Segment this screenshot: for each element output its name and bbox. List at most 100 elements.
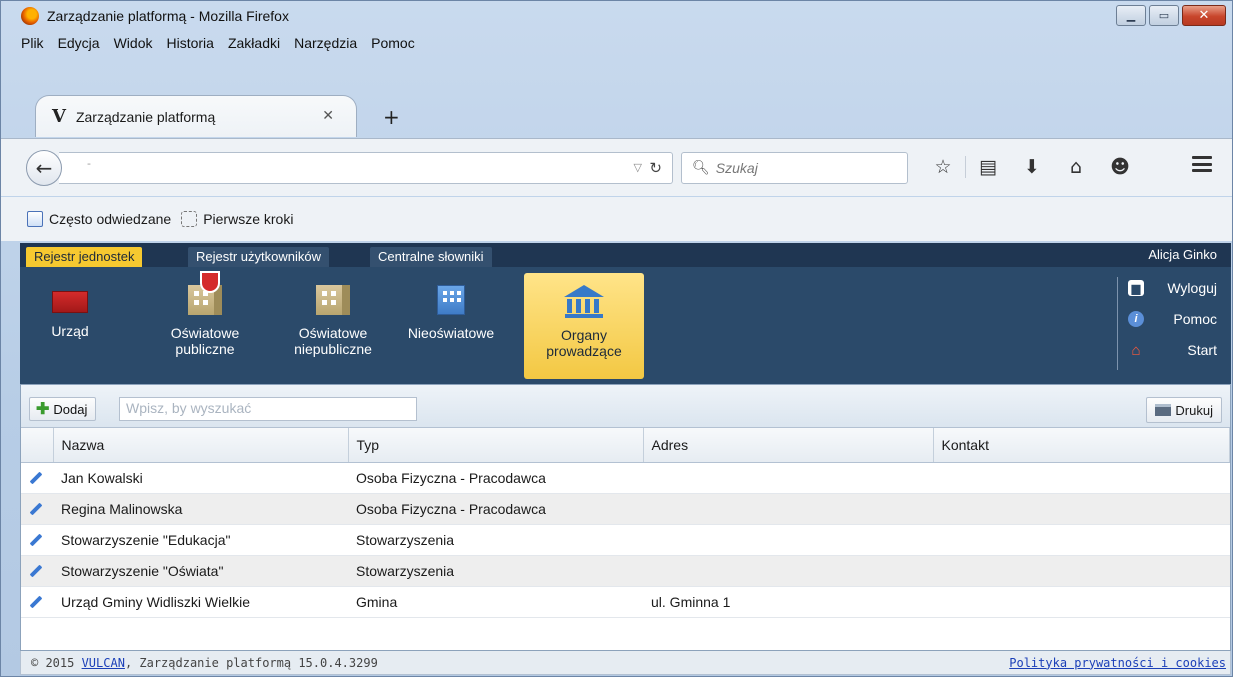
menu-zakladki[interactable]: Zakładki: [228, 35, 280, 55]
bookmark-star-icon[interactable]: ☆: [921, 156, 965, 178]
menu-pomoc[interactable]: Pomoc: [371, 35, 415, 55]
privacy-link[interactable]: Polityka prywatności i cookies: [1009, 656, 1226, 670]
table-row[interactable]: Stowarzyszenie "Edukacja" Stowarzyszenia: [21, 524, 1230, 556]
cell-adres: [643, 462, 933, 494]
cell-typ: Stowarzyszenia: [348, 555, 643, 587]
tool-oswiatowe-publiczne[interactable]: Oświatowe publiczne: [150, 271, 260, 379]
tab-title: Zarządzanie platformą: [75, 108, 216, 125]
title-bar: Zarządzanie platformą - Mozilla Firefox …: [1, 1, 1232, 31]
col-edit: [21, 428, 54, 463]
bookmarks-list-icon[interactable]: ▤: [966, 156, 1010, 178]
start-link[interactable]: ⌂ Start: [1128, 339, 1217, 361]
col-typ[interactable]: Typ: [348, 428, 644, 463]
bookmark-first-steps[interactable]: Pierwsze kroki: [203, 211, 293, 227]
cell-kontakt: [933, 493, 1230, 525]
edit-pencil-icon[interactable]: [29, 502, 43, 515]
cell-kontakt: [933, 462, 1230, 494]
table-row[interactable]: Regina Malinowska Osoba Fizyczna - Praco…: [21, 493, 1230, 525]
menu-icon[interactable]: [1192, 156, 1212, 172]
tool-organy-prowadzace[interactable]: Organy prowadzące: [524, 273, 644, 379]
maximize-button[interactable]: ▭: [1149, 5, 1179, 26]
copyright-suffix: , Zarządzanie platformą 15.0.4.3299: [124, 655, 378, 670]
cell-nazwa: Stowarzyszenie "Oświata": [53, 555, 348, 587]
col-adres[interactable]: Adres: [643, 428, 934, 463]
cell-nazwa: Jan Kowalski: [53, 462, 348, 494]
tab-centralne-slowniki[interactable]: Centralne słowniki: [370, 247, 492, 267]
table-row[interactable]: Urząd Gminy Widliszki Wielkie Gmina ul. …: [21, 586, 1230, 618]
print-label: Drukuj: [1175, 402, 1213, 418]
help-link[interactable]: i Pomoc: [1128, 308, 1217, 330]
edit-pencil-icon[interactable]: [29, 533, 43, 546]
vulcan-link[interactable]: VULCAN: [82, 656, 125, 670]
menu-historia[interactable]: Historia: [167, 35, 214, 55]
start-label: Start: [1187, 342, 1217, 358]
first-steps-icon: [181, 211, 198, 227]
search-bar[interactable]: 🔍︎ Szukaj: [681, 152, 908, 184]
new-tab-icon[interactable]: +: [383, 105, 400, 129]
plus-icon: ✚: [36, 401, 50, 418]
minimize-button[interactable]: ▁: [1116, 5, 1146, 26]
reload-icon[interactable]: ↻: [649, 159, 662, 177]
cell-adres: [643, 524, 933, 556]
bookmark-most-visited[interactable]: Często odwiedzane: [49, 211, 171, 227]
col-kontakt[interactable]: Kontakt: [933, 428, 1230, 463]
table-row[interactable]: Jan Kowalski Osoba Fizyczna - Pracodawca: [21, 462, 1230, 494]
col-nazwa[interactable]: Nazwa: [53, 428, 349, 463]
window-title: Zarządzanie platformą - Mozilla Firefox: [47, 8, 289, 24]
tool-nieoswiatowe[interactable]: Nieoświatowe: [396, 273, 506, 379]
menu-narzedzia[interactable]: Narzędzia: [294, 35, 357, 55]
info-icon: i: [1128, 311, 1144, 327]
tab-strip: V Zarządzanie platformą ✕ +: [1, 95, 1232, 137]
cell-adres: [643, 493, 933, 525]
table-row[interactable]: Stowarzyszenie "Oświata" Stowarzyszenia: [21, 555, 1230, 587]
logout-link[interactable]: ▆ Wyloguj: [1128, 277, 1217, 299]
cell-typ: Osoba Fizyczna - Pracodawca: [348, 493, 643, 525]
cell-adres: [643, 555, 933, 587]
add-label: Dodaj: [53, 401, 88, 417]
edit-pencil-icon[interactable]: [29, 564, 43, 577]
cell-nazwa: Urząd Gminy Widliszki Wielkie: [53, 586, 348, 618]
menu-widok[interactable]: Widok: [114, 35, 153, 55]
url-dropdown-icon[interactable]: ▽: [634, 161, 642, 174]
logout-label: Wyloguj: [1167, 280, 1217, 296]
printer-icon: [1155, 404, 1172, 416]
copyright: © 2015 VULCAN, Zarządzanie platformą 15.…: [31, 656, 378, 670]
home-button-icon[interactable]: ⌂: [1054, 156, 1098, 178]
menu-bar: Plik Edycja Widok Historia Zakładki Narz…: [21, 35, 415, 55]
tool-label: Urząd: [51, 323, 89, 339]
close-tab-icon[interactable]: ✕: [322, 108, 334, 124]
tab-rejestr-jednostek[interactable]: Rejestr jednostek: [26, 247, 143, 267]
footer: © 2015 VULCAN, Zarządzanie platformą 15.…: [20, 651, 1231, 675]
menu-edycja[interactable]: Edycja: [58, 35, 100, 55]
tool-urzad[interactable]: Urząd: [28, 273, 112, 379]
print-button[interactable]: Drukuj: [1146, 397, 1222, 423]
chat-icon[interactable]: ☻: [1098, 156, 1142, 178]
units-panel: ✚ Dodaj Wpisz, by wyszukać Drukuj Nazwa …: [20, 384, 1231, 651]
edit-pencil-icon[interactable]: [29, 595, 43, 608]
tab-rejestr-uzytkownikow[interactable]: Rejestr użytkowników: [188, 247, 329, 267]
edit-pencil-icon[interactable]: [29, 471, 43, 484]
search-placeholder: Szukaj: [715, 160, 758, 176]
cell-kontakt: [933, 555, 1230, 587]
firefox-logo-icon: [21, 7, 39, 25]
menu-plik[interactable]: Plik: [21, 35, 44, 55]
browser-tab[interactable]: V Zarządzanie platformą ✕: [35, 95, 357, 137]
office-building-icon: [437, 285, 465, 315]
app-tabs: Rejestr jednostek Rejestr użytkowników C…: [20, 243, 1231, 267]
cell-adres: ul. Gminna 1: [643, 586, 933, 618]
add-button[interactable]: ✚ Dodaj: [29, 397, 97, 421]
tool-oswiatowe-niepubliczne[interactable]: Oświatowe niepubliczne: [278, 273, 388, 379]
search-input[interactable]: Wpisz, by wyszukać: [119, 397, 417, 421]
side-links: ▆ Wyloguj i Pomoc ⌂ Start: [1117, 277, 1217, 370]
tool-label: Organy prowadzące: [546, 327, 622, 359]
tool-label: Oświatowe publiczne: [170, 325, 240, 357]
cell-typ: Stowarzyszenia: [348, 524, 643, 556]
tool-label: Nieoświatowe: [407, 325, 495, 341]
url-bar[interactable]: - ▽ ↻: [59, 152, 673, 184]
back-button[interactable]: ←: [26, 150, 62, 186]
downloads-icon[interactable]: ⬇: [1010, 156, 1054, 178]
units-table: Nazwa Typ Adres Kontakt Jan Kowalski Oso…: [21, 428, 1230, 618]
public-school-icon: [188, 271, 222, 315]
app-header: Rejestr jednostek Rejestr użytkowników C…: [20, 243, 1231, 384]
close-window-button[interactable]: ✕: [1182, 5, 1226, 26]
